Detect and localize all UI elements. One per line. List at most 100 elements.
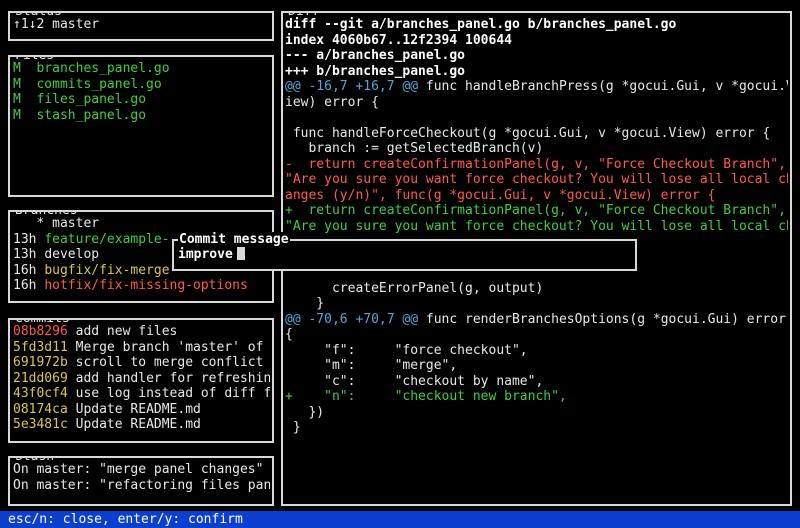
stash-panel[interactable]: Stash On master: "merge panel changes" On… (8, 456, 274, 506)
diff-line: + return createConfirmationPanel(g, v, "… (285, 203, 788, 219)
diff-line-text: "Are you sure you want force checkout? Y… (285, 172, 788, 187)
diff-line-text: branch := getSelectedBranch(v) (285, 141, 544, 156)
diff-hunk-header: @@ -70,6 +70,7 @@ (285, 311, 419, 327)
diff-line: "Are you sure you want force checkout? Y… (285, 172, 788, 188)
file-item[interactable]: M stash_panel.go (13, 108, 270, 124)
diff-line: +++ b/branches_panel.go (285, 64, 788, 80)
branch-name: bugfix/fix-merge (44, 262, 170, 278)
diff-line-text: index 4060b67..12f2394 100644 (285, 32, 512, 48)
file-name: files_panel.go (36, 92, 147, 107)
diff-line: { (285, 327, 788, 343)
commit-message-value: improve (178, 247, 233, 262)
commit-item[interactable]: 08174ca Update README.md (13, 402, 270, 418)
diff-line: index 4060b67..12f2394 100644 (285, 33, 788, 49)
branch-name: feature/example- (44, 231, 170, 247)
diff-line: @@ -16,7 +16,7 @@ func handleBranchPress… (285, 79, 788, 95)
diff-line-text: func handleForceCheckout(g *gocui.Gui, v… (285, 125, 771, 141)
commit-message: scroll to merge conflict (75, 355, 264, 370)
diff-line: "Are you sure you want force checkout? Y… (285, 219, 788, 235)
file-name: commits_panel.go (36, 76, 162, 92)
commit-message: Update README.md (75, 417, 201, 432)
branch-item[interactable]: 16h hotfix/fix-missing-options (13, 278, 270, 294)
diff-line (285, 110, 788, 126)
diff-line: "c": "checkout by name", (285, 374, 788, 390)
commit-item[interactable]: 21dd069 add handler for refreshin (13, 371, 270, 387)
commit-message: Merge branch 'master' of (75, 339, 264, 355)
file-name: branches_panel.go (36, 61, 170, 76)
branch-age (13, 216, 29, 231)
diff-line: } (285, 296, 788, 312)
diff-line-text: --- a/branches_panel.go (285, 48, 466, 63)
file-item[interactable]: M branches_panel.go (13, 61, 270, 77)
file-item[interactable]: M files_panel.go (13, 92, 270, 108)
status-text: ↑1↓2 master (13, 17, 100, 32)
commit-item[interactable]: 5fd3d11 Merge branch 'master' of (13, 340, 270, 356)
diff-line: - return createConfirmationPanel(g, v, "… (285, 157, 788, 173)
diff-line: iew) error { (285, 95, 788, 111)
commit-message-input[interactable]: improve (178, 247, 633, 263)
branch-name: * master (36, 216, 100, 231)
stash-item[interactable]: On master: "merge panel changes" (13, 462, 270, 478)
branch-age: 13h (13, 247, 37, 262)
branch-age: 13h (13, 231, 37, 247)
diff-line: func handleForceCheckout(g *gocui.Gui, v… (285, 126, 788, 142)
diff-line-text: - return createConfirmationPanel(g, v, "… (285, 156, 786, 172)
diff-line: @@ -70,6 +70,7 @@ func renderBranchesOpt… (285, 312, 788, 328)
diff-hunk-header: @@ -16,7 +16,7 @@ (285, 79, 419, 94)
commit-message-title: Commit message (178, 232, 290, 247)
commit-item[interactable]: 5e3481c Update README.md (13, 417, 270, 433)
diff-hunk-context: func renderBranchesOptions(g *gocui.Gui)… (418, 311, 786, 327)
commit-message: add handler for refreshin (75, 370, 270, 386)
diff-line: anges (y/n)", func(g *gocui.Gui, v *gocu… (285, 188, 788, 204)
diff-line: diff --git a/branches_panel.go b/branche… (285, 17, 788, 33)
diff-line-text: anges (y/n)", func(g *gocui.Gui, v *gocu… (285, 187, 716, 203)
file-name: stash_panel.go (36, 107, 147, 123)
branch-age: 16h (13, 278, 37, 293)
commit-sha: 691972b (13, 355, 68, 370)
options-bar: esc/n: close, enter/y: confirm (0, 511, 800, 528)
diff-line-text: createErrorPanel(g, output) (285, 280, 544, 296)
diff-line-text: "m": "merge", (285, 358, 458, 373)
diff-line-text: } (285, 296, 325, 311)
status-panel[interactable]: Status ↑1↓2 master (8, 11, 274, 41)
commit-item[interactable]: 08b8296 add new files (13, 324, 270, 340)
commit-sha: 08174ca (13, 401, 68, 417)
diff-line-text: } (285, 420, 301, 435)
diff-line-text: { (285, 327, 293, 342)
file-status: M (13, 76, 29, 92)
commits-panel[interactable]: Commits 08b8296 add new files 5fd3d11 Mer… (8, 318, 274, 443)
file-item[interactable]: M commits_panel.go (13, 77, 270, 93)
file-status: M (13, 61, 29, 76)
diff-line-text: + return createConfirmationPanel(g, v, "… (285, 203, 786, 218)
branch-name: hotfix/fix-missing-options (44, 278, 248, 293)
commit-sha: 5fd3d11 (13, 339, 68, 355)
commit-message-popup[interactable]: Commit message improve (172, 232, 637, 271)
branch-name: develop (44, 247, 100, 262)
commit-message: use log instead of diff f (75, 386, 270, 401)
diff-line-text: + "n": "checkout new branch", (285, 389, 567, 404)
diff-line-text: "f": "force checkout", (285, 342, 528, 358)
stash-item[interactable]: On master: "refactoring files pan (13, 478, 270, 494)
diff-line: branch := getSelectedBranch(v) (285, 141, 788, 157)
commit-sha: 5e3481c (13, 417, 68, 432)
diff-line-text: diff --git a/branches_panel.go b/branche… (285, 17, 677, 32)
file-status: M (13, 92, 29, 107)
diff-line-text: "c": "checkout by name", (285, 373, 544, 389)
text-cursor (236, 247, 245, 260)
diff-line: + "n": "checkout new branch", (285, 389, 788, 405)
diff-line: createErrorPanel(g, output) (285, 281, 788, 297)
diff-line-text: }) (285, 404, 325, 420)
branch-age: 16h (13, 262, 37, 278)
commit-item[interactable]: 43f0cf4 use log instead of diff f (13, 386, 270, 402)
commit-sha: 43f0cf4 (13, 386, 68, 401)
diff-line-text: iew) error { (285, 94, 379, 110)
diff-line: } (285, 420, 788, 436)
diff-line-text: +++ b/branches_panel.go (285, 63, 466, 79)
files-panel[interactable]: Files M branches_panel.go M commits_panel… (8, 55, 274, 197)
branch-item[interactable]: * master (13, 216, 270, 232)
commit-item[interactable]: 691972b scroll to merge conflict (13, 355, 270, 371)
file-status: M (13, 107, 29, 123)
commit-sha: 08b8296 (13, 324, 68, 339)
diff-line: }) (285, 405, 788, 421)
diff-line: "m": "merge", (285, 358, 788, 374)
